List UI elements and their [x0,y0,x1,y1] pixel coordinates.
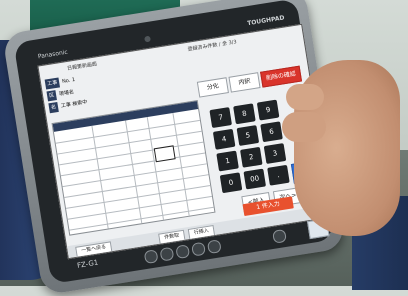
hardware-button[interactable] [191,241,206,257]
hardware-button[interactable] [159,246,175,262]
windows-button[interactable] [206,239,222,255]
count-button[interactable]: 件数取 [158,229,186,245]
sticker-label: FZ-G1 [76,258,99,270]
key-3[interactable]: 3 [263,143,287,164]
back-to-list-button[interactable]: 一覧へ戻る [75,241,113,258]
hardware-button[interactable] [175,244,191,260]
key-0[interactable]: 0 [219,172,243,194]
breakdown-key[interactable]: 内訳 [228,72,261,93]
hardware-button[interactable] [143,249,159,265]
info-value: No. 1 [61,76,76,85]
power-button[interactable] [272,228,287,244]
right-finger [286,84,324,110]
brand-label: Panasonic [37,48,69,61]
screen-header-left: 日報更新画面 [66,61,98,72]
screen-header-right: 登録済み件数 / 全 3/3 [187,39,238,53]
tablet-bezel: Panasonic TOUGHPAD 日報更新画面 登録済み件数 / 全 3/3… [13,0,335,285]
key-9[interactable]: 9 [256,99,280,121]
front-camera [144,35,151,43]
key-2[interactable]: 2 [240,146,263,168]
key-1[interactable]: 1 [216,150,239,172]
key-00[interactable]: 00 [243,168,267,190]
key-dot[interactable]: . [267,164,290,186]
key-8[interactable]: 8 [233,103,256,125]
info-tag: 区 [46,90,57,102]
model-label: TOUGHPAD [246,14,285,28]
info-value: 現場名 [58,89,75,98]
key-4[interactable]: 4 [212,128,236,150]
right-finger [282,112,326,142]
info-value: 工事 検索中 [60,99,88,110]
insert-row-button[interactable]: 行挿入 [187,225,216,240]
split-key[interactable]: 分化 [196,77,229,98]
data-grid[interactable] [51,99,216,236]
tablet-screen: 日報更新画面 登録済み件数 / 全 3/3 工事 No. 1 区現場名 名工事 検… [37,23,333,260]
key-6[interactable]: 6 [260,121,283,143]
info-tag: 工事 [44,77,61,90]
key-5[interactable]: 5 [236,125,260,146]
key-7[interactable]: 7 [209,107,233,129]
info-tag: 名 [48,101,59,114]
